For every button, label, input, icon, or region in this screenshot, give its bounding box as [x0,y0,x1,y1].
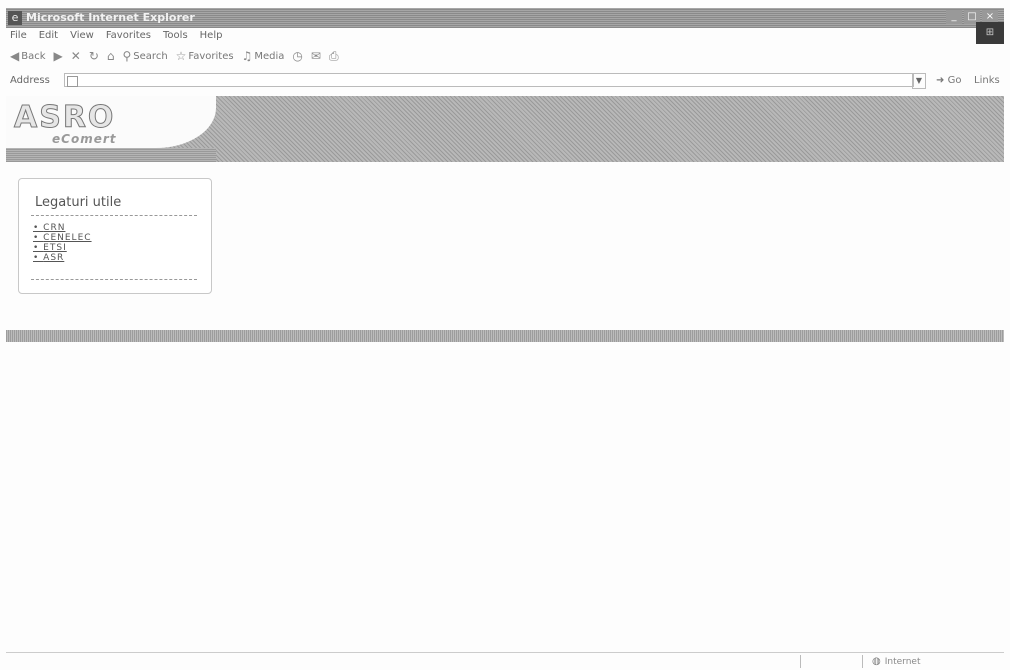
site-logo-sub: eComert [52,132,117,146]
divider [31,279,197,280]
go-label: Go [947,75,962,86]
go-arrow-icon: ➜ [936,75,945,86]
media-button[interactable]: ♫ Media [242,49,285,63]
link-label: CRN [43,223,66,233]
chevron-down-icon[interactable]: ▼ [912,73,926,89]
history-icon: ◷ [292,49,303,63]
refresh-icon: ↻ [88,49,99,63]
links-toolbar-button[interactable]: Links [974,75,1000,86]
page-icon [67,76,78,87]
link-label: CENELEC [43,233,92,243]
address-bar: Address ▼ ➜ Go Links [6,72,1004,90]
forward-arrow-icon: ▶ [53,49,63,63]
history-button[interactable]: ◷ [292,49,302,63]
print-button[interactable]: ⎙ [329,49,339,64]
link-label: ETSI [43,243,67,253]
menu-file[interactable]: File [10,30,27,44]
refresh-button[interactable]: ↻ [89,49,99,63]
menu-help[interactable]: Help [200,30,223,44]
search-icon: ⚲ [122,49,132,63]
useful-links-box: Legaturi utile • CRN • CENELEC • ETSI • … [18,178,212,294]
link-label: ASR [43,253,65,263]
favorites-label: Favorites [188,50,234,62]
back-button[interactable]: ◀ Back [10,49,46,63]
banner-strip [6,148,216,162]
windows-logo-icon: ⊞ [976,22,1004,44]
home-icon: ⌂ [106,49,115,63]
status-bar: ◍ Internet [6,652,1004,670]
link-etsi[interactable]: • ETSI [33,243,92,253]
address-input[interactable] [64,73,914,87]
useful-links-list: • CRN • CENELEC • ETSI • ASR [33,223,92,263]
forward-button[interactable]: ▶ [54,49,63,63]
site-banner: ASRO eComert [6,96,1004,162]
link-crn[interactable]: • CRN [33,223,92,233]
status-divider [800,655,801,668]
menu-tools[interactable]: Tools [163,30,188,44]
status-divider [862,655,863,668]
security-zone: ◍ Internet [872,656,920,667]
title-bar: e Microsoft Internet Explorer _ □ × [6,8,1004,28]
back-label: Back [21,50,46,62]
toolbar: ◀ Back ▶ ✕ ↻ ⌂ ⚲ Search ☆ Favorites ♫ Me… [10,48,339,64]
divider [31,215,197,216]
menu-bar: File Edit View Favorites Tools Help [10,30,222,44]
menu-edit[interactable]: Edit [39,30,58,44]
browser-window: e Microsoft Internet Explorer _ □ × ⊞ Fi… [6,0,1004,669]
home-button[interactable]: ⌂ [107,49,115,63]
favorites-button[interactable]: ☆ Favorites [176,49,234,63]
search-label: Search [133,50,168,62]
footer-bar [6,330,1004,342]
menu-favorites[interactable]: Favorites [106,30,151,44]
mail-button[interactable]: ✉ [311,49,321,63]
go-button[interactable]: ➜ Go [936,75,961,86]
zone-label: Internet [884,656,921,667]
address-label: Address [10,75,50,86]
globe-icon: ◍ [872,656,881,667]
ie-icon: e [8,11,22,25]
back-arrow-icon: ◀ [10,49,20,63]
mail-icon: ✉ [310,49,321,63]
minimize-icon[interactable]: _ [946,10,962,24]
stop-button[interactable]: ✕ [71,49,81,63]
link-asr[interactable]: • ASR [33,253,92,263]
stop-icon: ✕ [70,49,81,63]
media-icon: ♫ [241,49,253,63]
site-logo[interactable]: ASRO [13,100,115,136]
window-title: Microsoft Internet Explorer [26,11,195,24]
search-button[interactable]: ⚲ Search [123,49,168,63]
link-cenelec[interactable]: • CENELEC [33,233,92,243]
useful-links-title: Legaturi utile [35,195,122,210]
menu-view[interactable]: View [70,30,94,44]
star-icon: ☆ [175,49,187,63]
logo-area: ASRO eComert [6,96,216,148]
footer-text [6,316,1004,328]
media-label: Media [254,50,285,62]
print-icon: ⎙ [328,48,339,63]
